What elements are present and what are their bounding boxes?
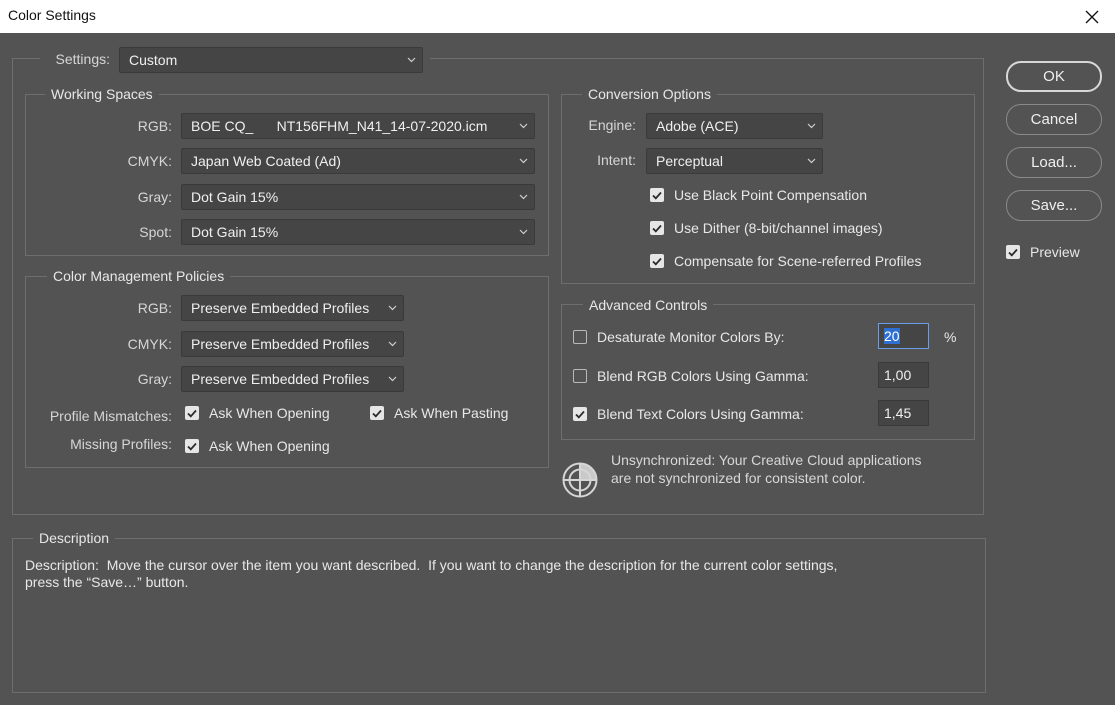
ws-rgb-label: RGB: (137, 118, 172, 134)
chevron-down-icon (519, 158, 528, 164)
checkbox-checked-icon (650, 188, 664, 202)
ws-rgb-dropdown[interactable]: BOE CQ_ NT156FHM_N41_14-07-2020.icm (181, 113, 535, 139)
settings-dropdown[interactable]: Custom (119, 47, 423, 73)
chevron-down-icon (388, 376, 397, 382)
ok-button[interactable]: OK (1006, 61, 1102, 92)
engine-dropdown[interactable]: Adobe (ACE) (646, 113, 823, 139)
description-text: Description: Move the cursor over the it… (25, 557, 975, 591)
load-button[interactable]: Load... (1006, 147, 1102, 178)
missing-ask-opening-checkbox[interactable]: Ask When Opening (185, 437, 330, 455)
black-point-label: Use Black Point Compensation (674, 187, 867, 203)
engine-value: Adobe (ACE) (656, 118, 739, 134)
blend-text-value: 1,45 (884, 405, 912, 421)
blend-rgb-checkbox[interactable]: Blend RGB Colors Using Gamma: (573, 367, 809, 385)
intent-dropdown[interactable]: Perceptual (646, 148, 823, 174)
cmp-cmyk-dropdown[interactable]: Preserve Embedded Profiles (181, 331, 404, 357)
sync-status-line1: Unsynchronized: Your Creative Cloud appl… (611, 452, 922, 468)
close-icon (1085, 10, 1099, 23)
ws-rgb-value: BOE CQ_ NT156FHM_N41_14-07-2020.icm (191, 118, 488, 134)
intent-label: Intent: (597, 152, 636, 168)
chevron-down-icon (388, 305, 397, 311)
cmp-rgb-label: RGB: (137, 300, 172, 316)
blend-rgb-input[interactable]: 1,00 (878, 362, 929, 388)
working-spaces-title: Working Spaces (45, 85, 159, 103)
blend-rgb-label: Blend RGB Colors Using Gamma: (597, 368, 809, 384)
cmp-cmyk-label: CMYK: (127, 336, 172, 352)
save-button[interactable]: Save... (1006, 190, 1102, 221)
checkbox-unchecked-icon (573, 369, 587, 383)
ws-spot-label: Spot: (139, 224, 172, 240)
ws-gray-value: Dot Gain 15% (191, 189, 279, 205)
ws-cmyk-dropdown[interactable]: Japan Web Coated (Ad) (181, 148, 535, 174)
close-button[interactable] (1069, 0, 1115, 33)
mismatch-ask-opening-label: Ask When Opening (209, 405, 330, 421)
chevron-down-icon (407, 57, 416, 63)
mismatch-ask-pasting-label: Ask When Pasting (394, 405, 509, 421)
blend-text-checkbox[interactable]: Blend Text Colors Using Gamma: (573, 405, 804, 423)
checkbox-checked-icon (185, 406, 199, 420)
chevron-down-icon (388, 341, 397, 347)
checkbox-checked-icon (1006, 245, 1020, 259)
window-title: Color Settings (8, 7, 96, 23)
cmp-gray-dropdown[interactable]: Preserve Embedded Profiles (181, 366, 404, 392)
missing-profiles-label: Missing Profiles: (70, 436, 172, 452)
description-title: Description (33, 529, 116, 547)
cmp-gray-value: Preserve Embedded Profiles (191, 371, 370, 387)
color-sync-icon (562, 462, 598, 498)
preview-label: Preview (1030, 244, 1080, 260)
ws-spot-dropdown[interactable]: Dot Gain 15% (181, 219, 535, 245)
checkbox-checked-icon (650, 221, 664, 235)
blend-rgb-value: 1,00 (884, 367, 912, 383)
description-line2: press the “Save…” button. (25, 574, 189, 590)
description-line1: Description: Move the cursor over the it… (25, 557, 838, 573)
desaturate-value: 20 (884, 328, 900, 344)
engine-label: Engine: (588, 117, 636, 133)
cmp-gray-label: Gray: (137, 371, 172, 387)
preview-checkbox[interactable]: Preview (1006, 243, 1080, 261)
title-bar: Color Settings (0, 0, 1115, 33)
blend-text-input[interactable]: 1,45 (878, 400, 929, 426)
chevron-down-icon (807, 158, 816, 164)
missing-ask-opening-label: Ask When Opening (209, 438, 330, 454)
settings-label: Settings: (55, 51, 110, 67)
desaturate-checkbox[interactable]: Desaturate Monitor Colors By: (573, 328, 785, 346)
cancel-button[interactable]: Cancel (1006, 104, 1102, 135)
chevron-down-icon (519, 123, 528, 129)
ws-gray-label: Gray: (137, 189, 172, 205)
checkbox-checked-icon (650, 254, 664, 268)
intent-value: Perceptual (656, 153, 723, 169)
checkbox-checked-icon (185, 439, 199, 453)
dither-label: Use Dither (8-bit/channel images) (674, 220, 883, 236)
ws-cmyk-value: Japan Web Coated (Ad) (191, 153, 341, 169)
desaturate-input[interactable]: 20 (878, 323, 929, 349)
scene-referred-checkbox[interactable]: Compensate for Scene-referred Profiles (650, 252, 921, 270)
profile-mismatches-label: Profile Mismatches: (49, 408, 172, 424)
chevron-down-icon (519, 229, 528, 235)
black-point-checkbox[interactable]: Use Black Point Compensation (650, 186, 867, 204)
ws-gray-dropdown[interactable]: Dot Gain 15% (181, 184, 535, 210)
checkbox-checked-icon (370, 406, 384, 420)
dither-checkbox[interactable]: Use Dither (8-bit/channel images) (650, 219, 883, 237)
mismatch-ask-opening-checkbox[interactable]: Ask When Opening (185, 404, 330, 422)
ws-cmyk-label: CMYK: (127, 153, 172, 169)
checkbox-checked-icon (573, 407, 587, 421)
chevron-down-icon (519, 194, 528, 200)
settings-value: Custom (129, 52, 178, 68)
desaturate-unit: % (944, 329, 957, 345)
checkbox-unchecked-icon (573, 330, 587, 344)
cmp-rgb-dropdown[interactable]: Preserve Embedded Profiles (181, 295, 404, 321)
cmp-rgb-value: Preserve Embedded Profiles (191, 300, 370, 316)
advanced-title: Advanced Controls (583, 296, 714, 314)
mismatch-ask-pasting-checkbox[interactable]: Ask When Pasting (370, 404, 508, 422)
blend-text-label: Blend Text Colors Using Gamma: (597, 406, 804, 422)
ws-spot-value: Dot Gain 15% (191, 224, 279, 240)
scene-referred-label: Compensate for Scene-referred Profiles (674, 253, 922, 269)
policies-title: Color Management Policies (47, 267, 231, 285)
cmp-cmyk-value: Preserve Embedded Profiles (191, 336, 370, 352)
sync-status-line2: are not synchronized for consistent colo… (611, 470, 866, 486)
conversion-title: Conversion Options (582, 85, 717, 103)
chevron-down-icon (807, 123, 816, 129)
desaturate-label: Desaturate Monitor Colors By: (597, 329, 785, 345)
